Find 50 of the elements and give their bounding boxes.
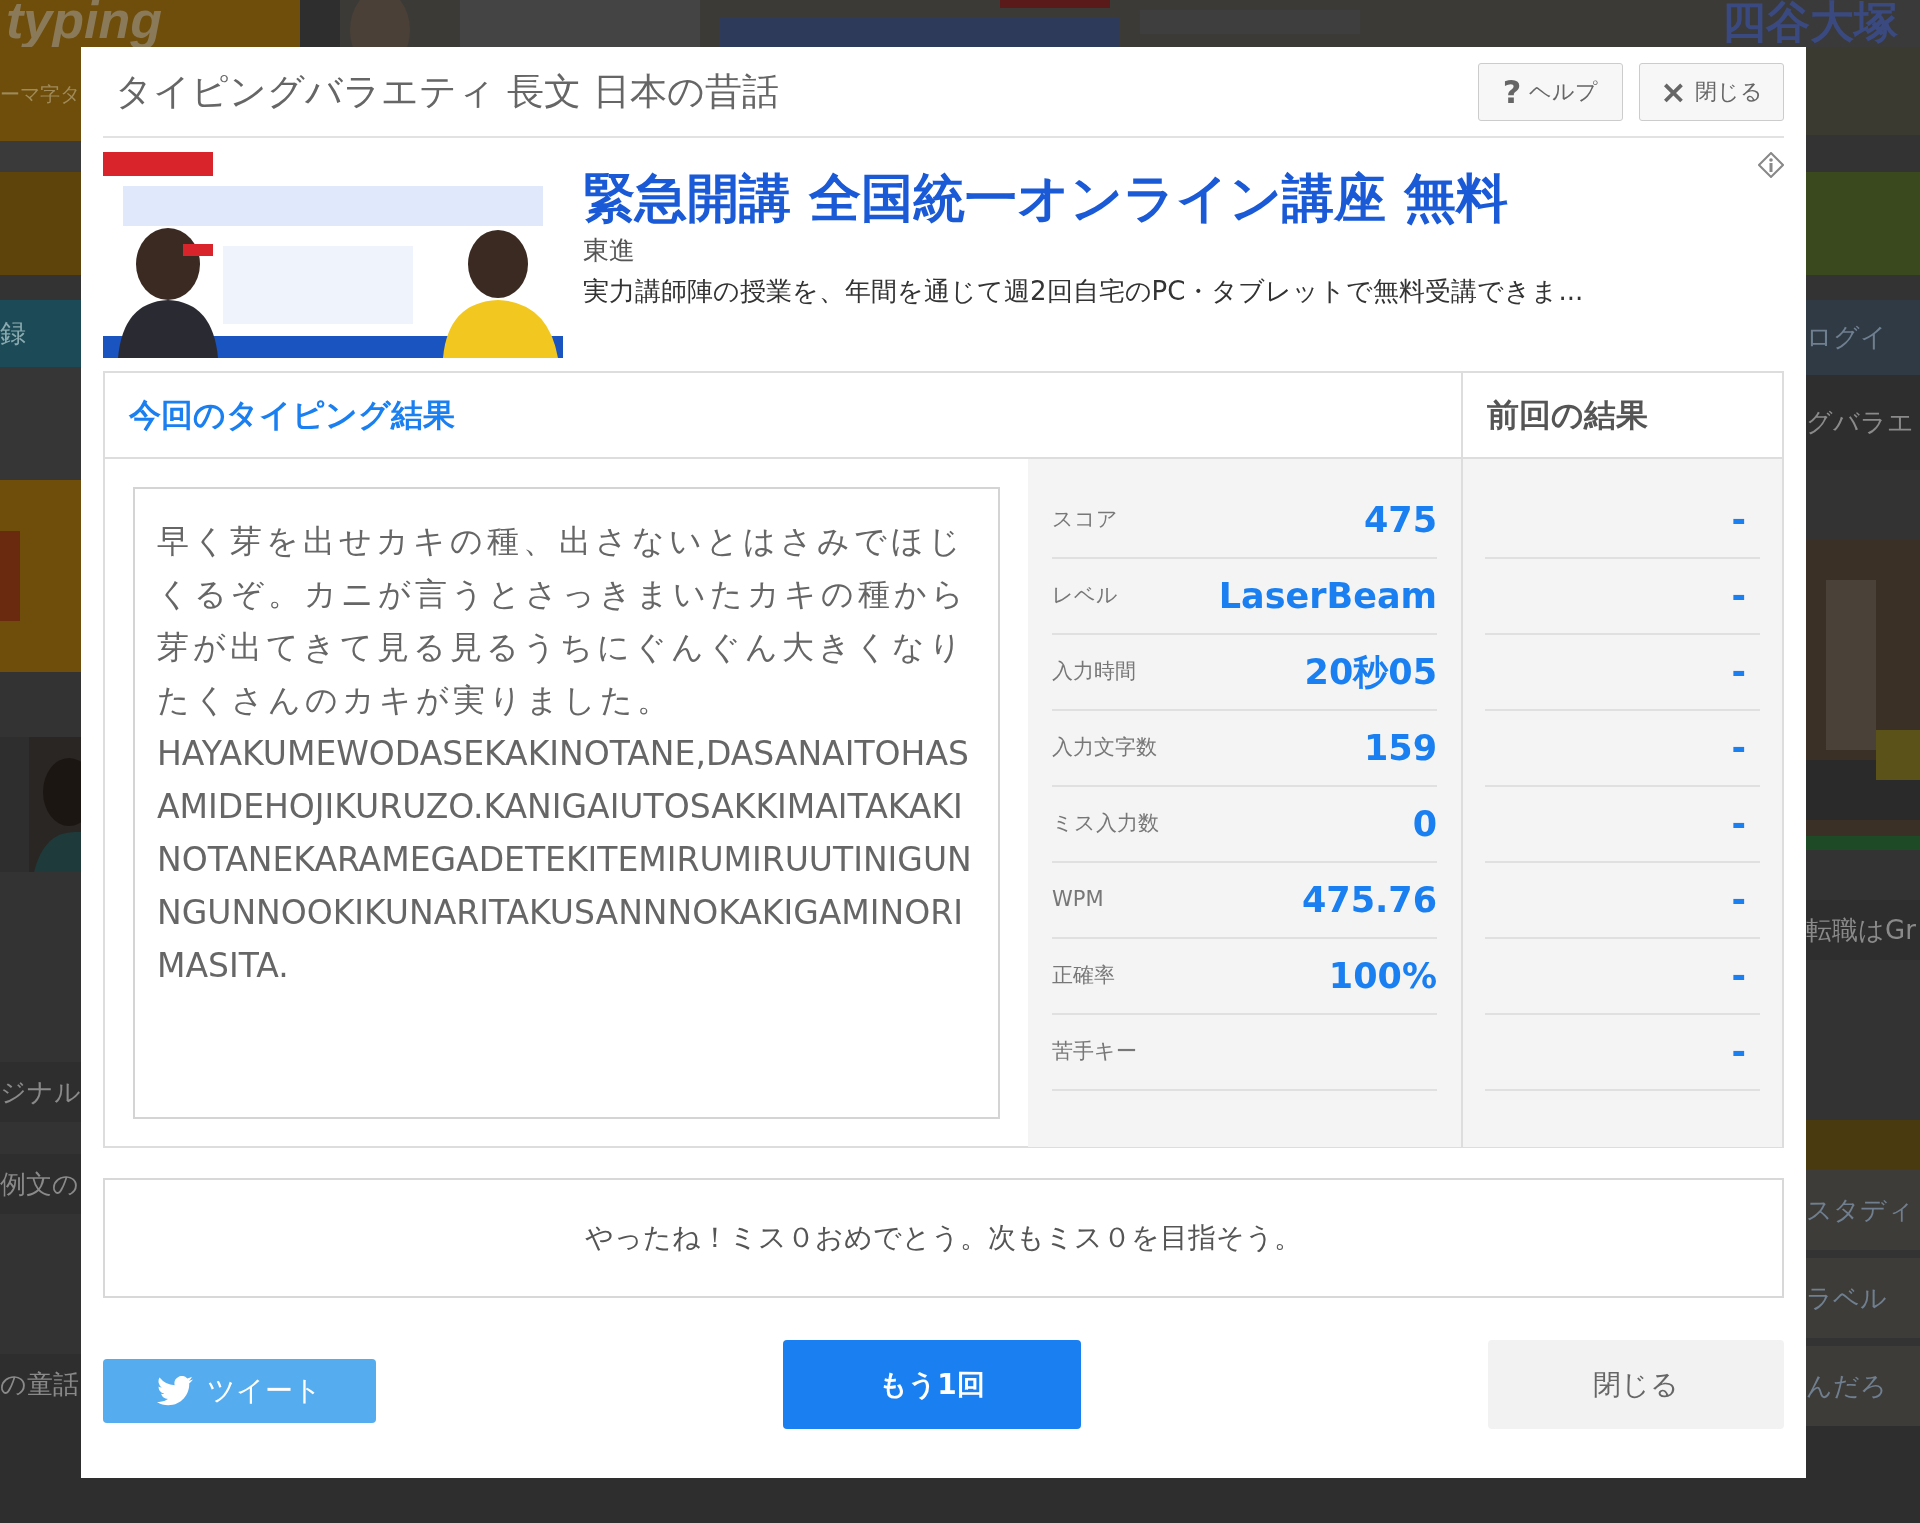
stat-value: 159 (1363, 726, 1437, 770)
previous-value: - (1731, 878, 1747, 922)
previous-value: - (1731, 650, 1747, 694)
side-text: 録 (0, 317, 26, 350)
stat-value: 100% (1328, 954, 1437, 998)
stat-label: ミス入力数 (1052, 810, 1159, 838)
banner-text: 四谷大塚 (1722, 0, 1899, 44)
side-text: 例文の (0, 1167, 79, 1201)
dialog-title: タイピングバラエティ 長文 日本の昔話 (115, 68, 779, 115)
stat-label: スコア (1052, 506, 1118, 534)
side-text: んだろ (1806, 1369, 1887, 1403)
romaji-text: HAYAKUMEWODASEKAKINOTANE,DASANAITOHASAMIDEHOJIKURUZO.KANIGAIUTOSAKKIMAITAKAKINOTANEKARAMEGADETEKITEMIRUMIRUUTINIGUNNGUNNOOKIKUNARITAKUSANNNOKAKIGAMINORIMASITA. (157, 733, 973, 987)
ad-description: 実力講師陣の授業を、年間を通じて週2回自宅のPC・タブレットで無料受講できま... (583, 275, 1585, 308)
stat-value: 475 (1363, 498, 1437, 542)
stat-value: LaserBeam (1218, 574, 1437, 618)
previous-value: - (1731, 802, 1747, 846)
logo-subtitle: ーマ字タ (0, 81, 80, 108)
previous-value: - (1731, 574, 1747, 618)
side-text: スタディ (1806, 1193, 1914, 1227)
stat-value: 475.76 (1301, 878, 1437, 922)
previous-value: - (1731, 498, 1747, 542)
panel-heading: 今回のタイピング結果 (129, 395, 455, 436)
side-text: ログイ (1806, 321, 1887, 354)
passage-text: 早く芽を出せカキの種、出さないとはさみでほじくるぞ。カニが言うとさっきまいたカキの種から芽が出てきて見る見るうちにぐんぐん大きくなりたくさんのカキが実りました。 (157, 521, 969, 721)
side-text: グバラエ (1806, 406, 1914, 439)
bird-icon (157, 1375, 193, 1406)
info-icon[interactable] (1758, 152, 1784, 178)
ad-headline[interactable]: 緊急開講 全国統一オンライン講座 無料 (583, 166, 1784, 230)
side-text: 転職はGr (1806, 913, 1916, 947)
stat-label: 入力文字数 (1052, 734, 1157, 762)
stat-value: 0 (1412, 802, 1437, 846)
stat-label: 苦手キー (1052, 1038, 1137, 1066)
previous-value: - (1731, 726, 1747, 770)
stat-label: WPM (1052, 886, 1104, 914)
ad-advertiser: 東進 (583, 234, 636, 267)
previous-value: - (1731, 1030, 1747, 1074)
side-text: の童話 (0, 1367, 79, 1401)
panel-heading: 前回の結果 (1487, 395, 1648, 436)
message-text: やったね！ミス０おめでとう。次もミス０を目指そう。 (585, 1220, 1302, 1256)
retry-button[interactable]: もう1回 (783, 1340, 1081, 1429)
previous-value: - (1731, 954, 1747, 998)
stat-label: レベル (1052, 582, 1118, 610)
stat-label: 入力時間 (1052, 658, 1136, 686)
header-button[interactable]: × 閉じる (1639, 62, 1784, 121)
side-text: ラベル (1806, 1281, 1887, 1315)
close-button[interactable]: 閉じる (1488, 1340, 1784, 1429)
stat-value: 20秒05 (1304, 650, 1437, 694)
side-text: ジナル (0, 1075, 81, 1109)
header-button[interactable]: ? ヘルプ (1478, 62, 1623, 121)
stat-label: 正確率 (1052, 962, 1115, 990)
